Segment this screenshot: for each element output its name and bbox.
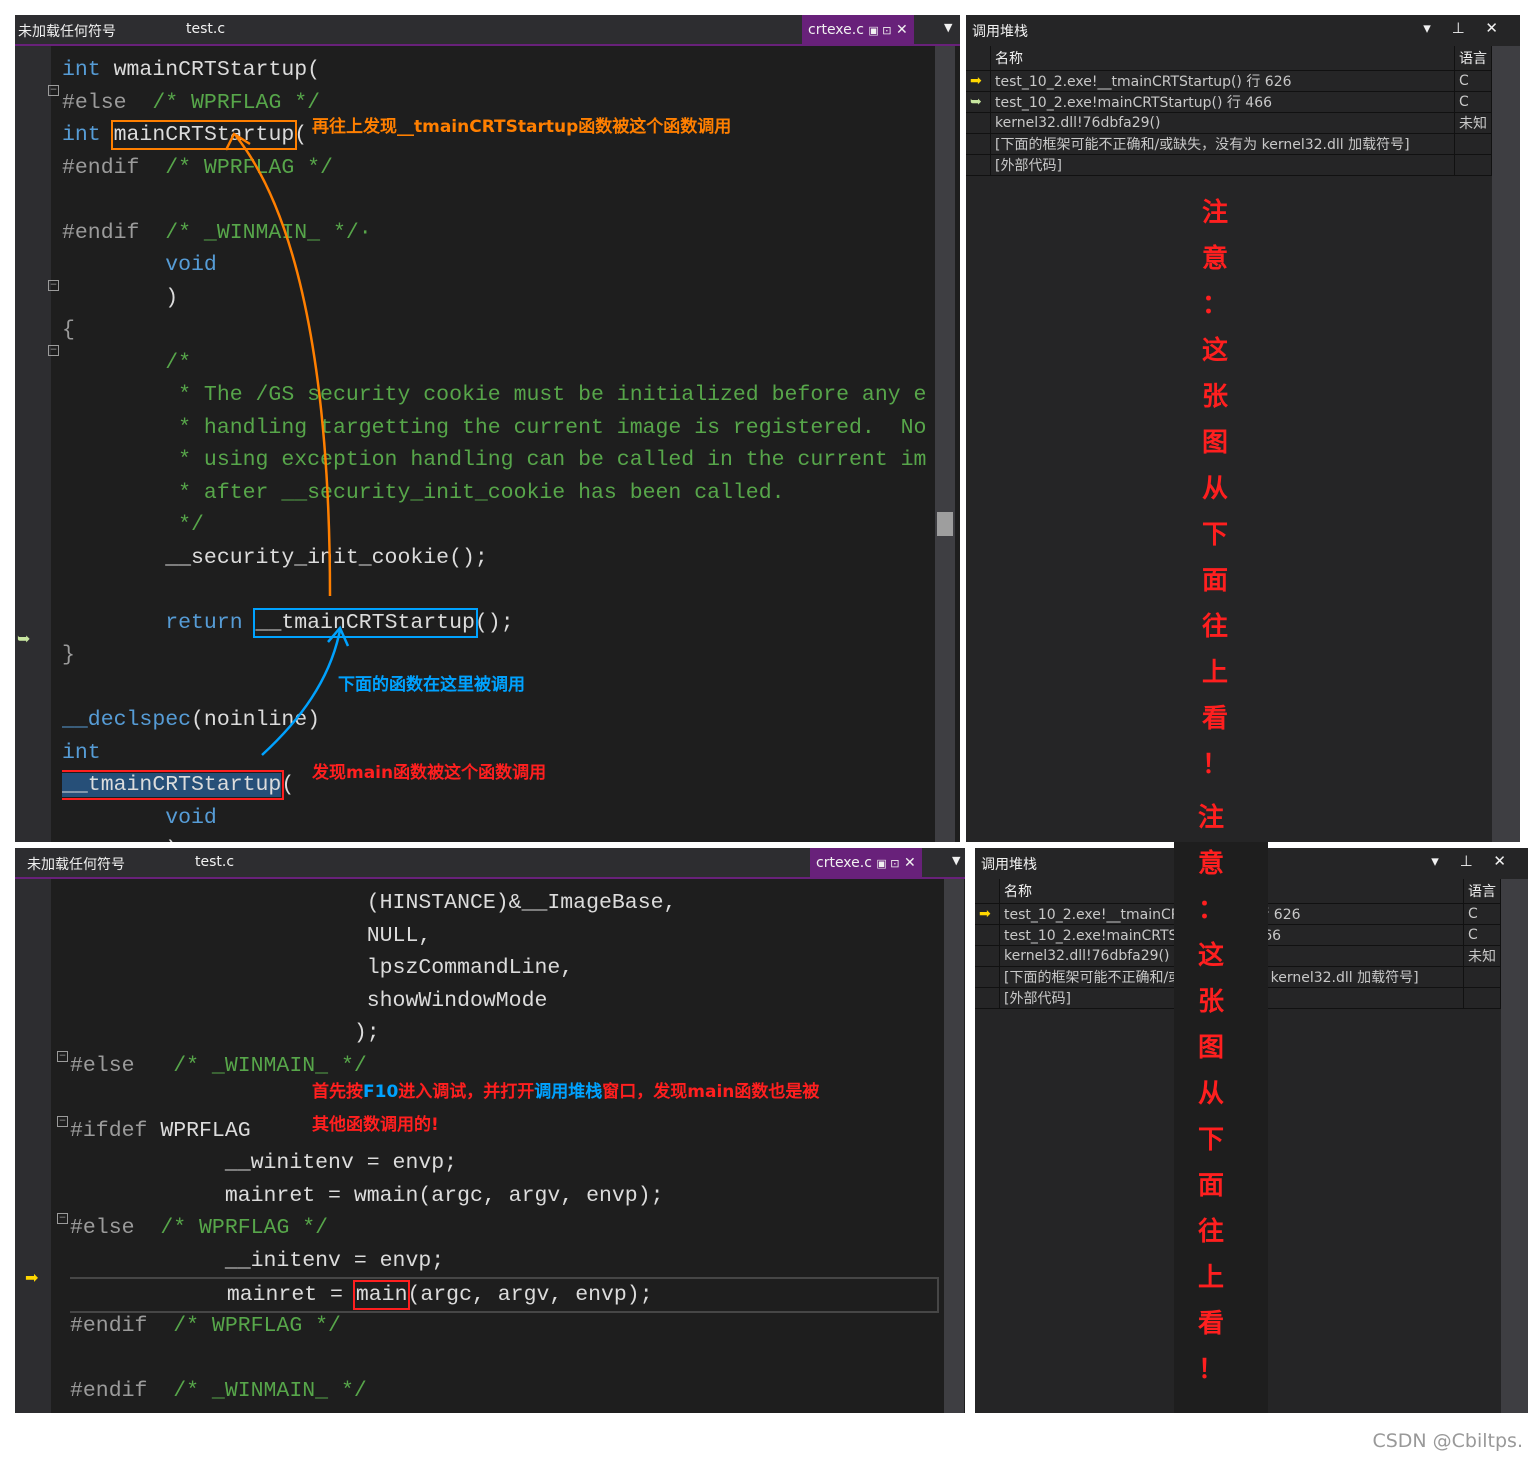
note-char: 面	[1201, 566, 1228, 596]
note-char: 注	[1197, 803, 1224, 833]
note-char: 下	[1197, 1125, 1224, 1155]
note-char: 图	[1197, 1033, 1224, 1063]
note-char: 上	[1201, 658, 1228, 688]
note-char: 下	[1201, 520, 1228, 550]
note-char: 张	[1201, 382, 1228, 412]
orange-arrowhead	[224, 132, 251, 151]
watermark: CSDN @Cbiltps.	[1372, 1430, 1523, 1452]
note-char: 面	[1197, 1171, 1224, 1201]
note-char: 意	[1197, 849, 1224, 879]
note-char: 看	[1201, 704, 1228, 734]
orange-arrow	[235, 135, 332, 597]
note-char: 上	[1197, 1263, 1224, 1293]
note-char: 这	[1197, 941, 1224, 971]
note-char: ：	[1201, 290, 1228, 320]
note-char: 意	[1201, 244, 1228, 274]
note-char: 往	[1201, 612, 1228, 642]
note-char: 注	[1201, 198, 1228, 228]
vertical-note-bottom: 注意 ： 这张图从下面往上看 ！	[1191, 795, 1231, 1393]
arrows-overlay	[224, 132, 350, 756]
note-char: 张	[1197, 987, 1224, 1017]
note-char: 图	[1201, 428, 1228, 458]
note-char: ！	[1197, 1355, 1224, 1385]
note-char: 从	[1197, 1079, 1224, 1109]
note-char: 从	[1201, 474, 1228, 504]
note-char: ！	[1201, 750, 1228, 780]
note-char: 看	[1197, 1309, 1224, 1339]
vertical-note-top: 注意 ： 这张图从下面往上看 ！	[1195, 190, 1235, 788]
note-char: ：	[1197, 895, 1224, 925]
note-char: 往	[1197, 1217, 1224, 1247]
note-char: 这	[1201, 336, 1228, 366]
blue-arrow	[261, 629, 342, 756]
